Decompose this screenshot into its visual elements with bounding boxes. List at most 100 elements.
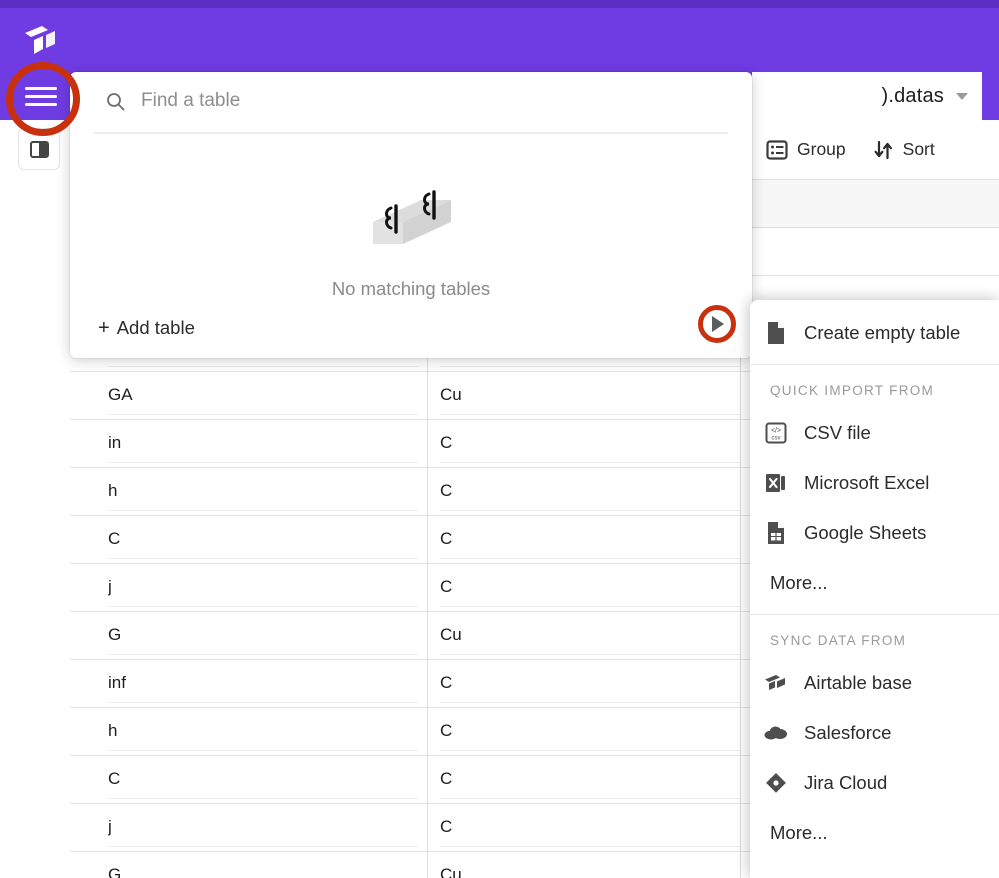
cell-underline [108,654,418,655]
table-cell[interactable]: Cu [440,865,476,878]
table-cell[interactable]: G [108,865,148,878]
menu-item-salesforce[interactable]: Salesforce [750,708,999,758]
salesforce-cloud-icon [762,719,790,747]
table-cell[interactable]: C [440,673,476,693]
sidebar-panel-toggle-icon[interactable] [18,128,60,170]
find-popup-divider [94,132,728,134]
table-cell[interactable]: C [440,769,476,789]
find-table-search-input[interactable] [139,89,579,113]
cell-underline [440,846,740,847]
cell-underline [440,750,740,751]
find-popup-footer: + Add table [70,298,752,358]
jira-cloud-icon [762,769,790,797]
table-cell[interactable]: C [440,529,476,549]
table-cell[interactable]: h [108,721,148,741]
microsoft-excel-icon [762,469,790,497]
cell-underline [108,462,418,463]
menu-item-google-sheets[interactable]: Google Sheets [750,508,999,558]
menu-divider-1 [750,364,999,365]
table-cell[interactable]: C [440,721,476,741]
file-title-bar[interactable]: ).datas [752,72,982,120]
sort-arrows-icon [874,139,894,161]
svg-text:csv: csv [772,436,781,442]
menu-item-label: Google Sheets [804,522,927,543]
cell-underline [108,558,418,559]
menu-item-create-empty-table[interactable]: Create empty table [750,308,999,358]
airtable-cube-logo[interactable] [22,24,64,60]
table-cell[interactable]: inf [108,673,148,693]
add-table-label: Add table [116,317,195,338]
menu-item-label: Microsoft Excel [804,472,930,493]
table-cell[interactable]: C [108,529,148,549]
menu-item-airtable-base[interactable]: Airtable base [750,658,999,708]
cell-underline [108,414,418,415]
cell-underline [108,510,418,511]
document-page-icon [762,319,790,347]
group-list-icon [766,139,788,161]
cell-underline [440,702,740,703]
find-table-popup: No matching tables + Add table [70,72,752,358]
hamburger-menu-icon[interactable] [25,87,57,107]
cell-underline [440,606,740,607]
table-cell[interactable]: h [108,481,148,501]
table-cell[interactable]: j [108,577,148,597]
sync-data-heading: SYNC DATA FROM [770,633,907,648]
cell-underline [108,798,418,799]
cell-underline [108,702,418,703]
table-cell[interactable]: C [108,769,148,789]
menu-item-label: More... [770,822,828,843]
empty-tables-illustration [351,160,471,268]
cell-underline [440,798,740,799]
table-cell[interactable]: Cu [440,385,476,405]
google-sheets-icon [762,519,790,547]
play-cursor-marker [712,316,724,332]
cell-underline [108,366,418,367]
cell-underline [440,558,740,559]
cell-underline [108,750,418,751]
airtable-base-icon [762,669,790,697]
cell-underline [108,606,418,607]
menu-item-jira-cloud[interactable]: Jira Cloud [750,758,999,808]
cell-underline [440,462,740,463]
table-cell[interactable]: C [440,433,476,453]
page-title: ).datas [881,84,944,107]
cell-underline [440,510,740,511]
menu-item-label: Jira Cloud [804,772,888,793]
table-cell[interactable]: C [440,817,476,837]
toolbar-group-button[interactable]: Group [766,139,846,161]
cell-underline [108,846,418,847]
menu-item-csv-file[interactable]: </> csv CSV file [750,408,999,458]
header-top-strip [0,0,999,8]
menu-item-label: Salesforce [804,722,892,743]
menu-item-quick-import-more[interactable]: More... [750,558,999,608]
cell-underline [440,654,740,655]
menu-item-sync-more[interactable]: More... [750,808,999,858]
plus-icon: + [98,317,110,339]
toolbar-group-label: Group [797,139,846,159]
svg-text:</>: </> [771,428,781,435]
screenshot-root: t 12131415GACu16inC17hC18CC19jC20GCu21in… [0,0,999,878]
table-cell[interactable]: Cu [440,625,476,645]
view-toolbar: Group Sort [752,120,999,180]
cell-underline [440,366,740,367]
menu-item-label: CSV file [804,422,871,443]
toolbar-sort-button[interactable]: Sort [874,139,935,161]
table-cell[interactable]: in [108,433,148,453]
menu-item-label: More... [770,572,828,593]
add-table-button[interactable]: + Add table [98,317,195,339]
empty-state-text: No matching tables [331,278,491,299]
table-cell[interactable]: j [108,817,148,837]
chevron-down-icon[interactable] [956,92,968,100]
table-cell[interactable]: C [440,577,476,597]
menu-item-label: Airtable base [804,672,912,693]
left-rail [0,72,70,878]
search-icon [106,92,125,111]
table-cell[interactable]: G [108,625,148,645]
table-cell[interactable]: GA [108,385,148,405]
menu-item-label: Create empty table [804,322,961,343]
quick-import-heading: QUICK IMPORT FROM [770,383,935,398]
menu-divider-2 [750,614,999,615]
table-cell[interactable]: C [440,481,476,501]
menu-item-microsoft-excel[interactable]: Microsoft Excel [750,458,999,508]
cell-underline [440,414,740,415]
